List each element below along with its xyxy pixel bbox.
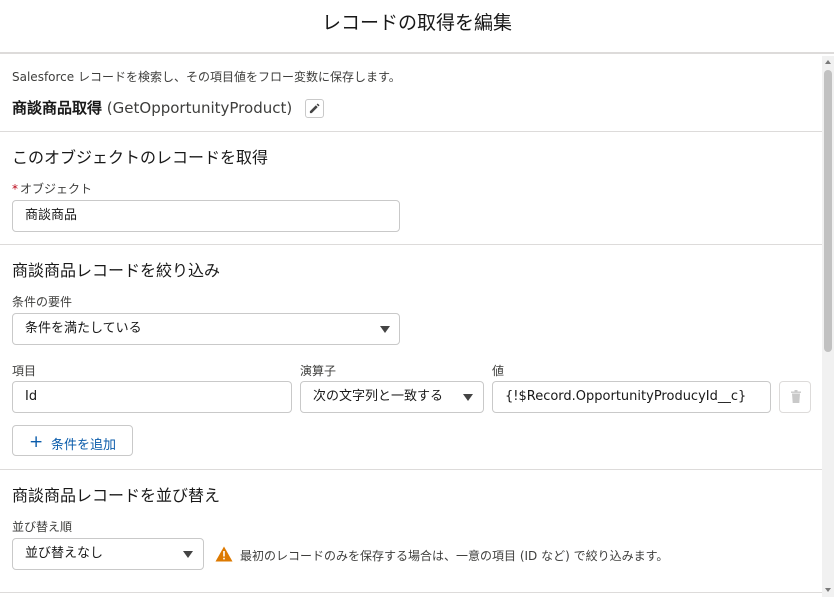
scroll-up-arrow-icon[interactable] [825,60,831,64]
element-name: 商談商品取得 (GetOpportunityProduct) [12,97,292,118]
modal-header: レコードの取得を編集 [0,0,834,54]
vertical-scrollbar[interactable] [822,56,834,597]
add-condition-button[interactable]: + 条件を追加 [12,425,133,456]
section-divider [0,469,822,470]
caret-down-icon [183,551,193,558]
scrollbar-thumb[interactable] [824,70,832,352]
condition-operator-value: 次の文字列と一致する [313,389,444,404]
sort-order-select[interactable]: 並び替えなし [12,538,204,570]
requirement-select-value: 条件を満たしている [25,321,142,336]
requirement-select[interactable]: 条件を満たしている [12,313,400,345]
modal-title: レコードの取得を編集 [321,12,512,34]
edit-label-button[interactable] [305,99,324,118]
plus-icon: + [29,432,44,452]
caret-down-icon [380,326,390,333]
section-divider [0,244,822,245]
add-condition-label: 条件を追加 [51,438,117,453]
sort-order-label: 並び替え順 [12,520,73,534]
element-api-name: (GetOpportunityProduct) [106,99,293,117]
field-column-label: 項目 [12,364,37,378]
section-divider [0,592,822,593]
filter-section-title: 商談商品レコードを絞り込み [12,261,221,280]
trash-icon [791,390,801,403]
requirement-label: 条件の要件 [12,295,73,309]
condition-value-input[interactable]: {!$Record.OpportunityProducyId__c} [492,381,771,413]
condition-field-input[interactable]: Id [12,381,292,413]
condition-field-value: Id [25,389,38,404]
condition-operator-select[interactable]: 次の文字列と一致する [300,381,484,413]
delete-condition-button[interactable] [779,381,811,413]
required-mark: * [12,182,18,196]
operator-column-label: 演算子 [300,364,337,378]
object-section-title: このオブジェクトのレコードを取得 [12,148,269,167]
object-input-value: 商談商品 [25,208,78,223]
caret-down-icon [463,394,473,401]
sort-order-value: 並び替えなし [25,546,104,561]
pencil-icon [309,103,320,114]
object-field-label: * オブジェクト [12,180,92,197]
sort-section-title: 商談商品レコードを並び替え [12,486,221,505]
object-label-text: オブジェクト [20,182,93,196]
object-input[interactable]: 商談商品 [12,200,400,232]
modal-body[interactable]: Salesforce レコードを検索し、その項目値をフロー変数に保存します。 商… [0,56,822,597]
element-description: Salesforce レコードを検索し、その項目値をフロー変数に保存します。 [12,70,401,84]
section-divider [0,131,822,132]
element-label: 商談商品取得 [12,99,103,117]
condition-value-value: {!$Record.OpportunityProducyId__c} [505,389,747,404]
value-column-label: 値 [492,364,505,378]
scroll-down-arrow-icon[interactable] [825,588,831,592]
warning-icon [215,546,233,562]
sort-warning-text: 最初のレコードのみを保存する場合は、一意の項目 (ID など) で絞り込みます。 [240,549,669,563]
